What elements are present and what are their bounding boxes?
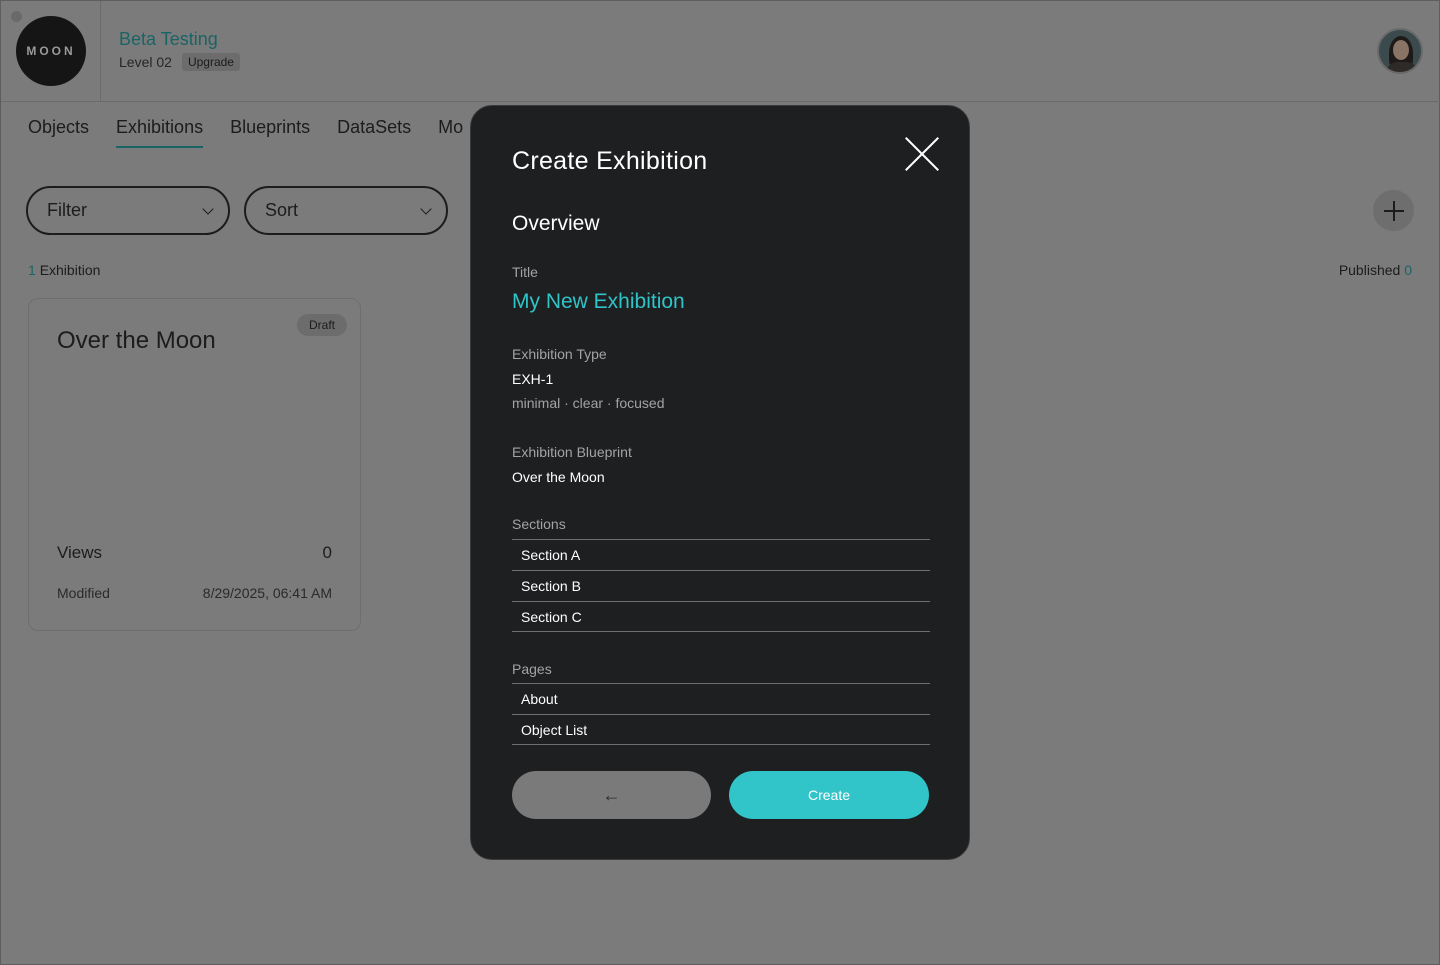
modified-row: Modified 8/29/2025, 06:41 AM (57, 585, 332, 601)
topbar-divider (100, 1, 101, 101)
list-item-object-list[interactable]: Object List (512, 714, 930, 745)
sections-list: Section A Section B Section C (512, 539, 930, 632)
level-text: Level 02 (119, 54, 172, 70)
avatar-face (1393, 40, 1409, 60)
exhibition-count: 1 Exhibition (28, 262, 100, 278)
create-exhibition-modal: Create Exhibition Overview Title My New … (470, 105, 970, 860)
back-button[interactable]: ← (512, 771, 711, 819)
tab-exhibitions[interactable]: Exhibitions (116, 117, 204, 148)
moon-logo[interactable]: MOON (16, 16, 86, 86)
exhibition-card[interactable]: Over the Moon Draft Views 0 Modified 8/2… (28, 298, 361, 631)
filter-label: Filter (47, 200, 87, 220)
views-label: Views (57, 543, 103, 562)
list-item-section-a[interactable]: Section A (512, 539, 930, 570)
modified-label: Modified (57, 585, 110, 601)
chevron-down-icon (202, 202, 214, 215)
exhibition-type-tags: minimal · clear · focused (512, 395, 665, 411)
main-tabs: Objects Exhibitions Blueprints DataSets … (28, 117, 463, 148)
modified-value: 8/29/2025, 06:41 AM (202, 585, 332, 601)
card-title: Over the Moon (57, 327, 216, 354)
logo-text: MOON (26, 44, 76, 58)
published-number: 0 (1404, 262, 1412, 278)
blueprint-label: Exhibition Blueprint (512, 444, 632, 460)
exhibition-type-label: Exhibition Type (512, 346, 607, 362)
close-icon[interactable] (902, 134, 942, 174)
modal-title: Create Exhibition (512, 147, 708, 175)
views-row: Views 0 (57, 543, 332, 563)
published-label: Published (1338, 262, 1401, 278)
upgrade-button[interactable]: Upgrade (181, 53, 240, 71)
tab-datasets[interactable]: DataSets (337, 117, 411, 148)
exhibition-type-value[interactable]: EXH-1 (512, 371, 553, 387)
pages-label: Pages (512, 661, 552, 677)
top-bar: MOON Beta Testing Level 02 Upgrade (1, 1, 1440, 102)
user-avatar[interactable] (1377, 28, 1423, 74)
list-item-section-b[interactable]: Section B (512, 570, 930, 601)
plus-icon-vertical (1392, 200, 1395, 221)
tab-blueprints[interactable]: Blueprints (230, 117, 310, 148)
chevron-down-icon (420, 202, 432, 215)
add-exhibition-button[interactable] (1373, 190, 1414, 231)
avatar-body (1387, 62, 1417, 72)
list-item-section-c[interactable]: Section C (512, 601, 930, 632)
overview-heading: Overview (512, 212, 600, 235)
tab-more[interactable]: Mo (438, 117, 463, 148)
sections-label: Sections (512, 516, 566, 532)
title-label: Title (512, 264, 538, 280)
account-name[interactable]: Beta Testing (119, 29, 218, 50)
filter-select[interactable]: Filter (26, 186, 230, 235)
count-number: 1 (28, 262, 36, 278)
count-label: Exhibition (39, 262, 101, 278)
sort-label: Sort (265, 200, 299, 220)
arrow-left-icon: ← (602, 784, 621, 805)
blueprint-value[interactable]: Over the Moon (512, 469, 605, 485)
views-value: 0 (322, 543, 332, 562)
tab-objects[interactable]: Objects (28, 117, 89, 148)
status-badge: Draft (296, 314, 347, 336)
account-level: Level 02 Upgrade (119, 53, 240, 71)
title-input[interactable]: My New Exhibition (512, 290, 685, 314)
create-button[interactable]: Create (729, 771, 929, 819)
list-item-about[interactable]: About (512, 683, 930, 714)
pages-list: About Object List (512, 683, 930, 745)
published-count: Published 0 (1339, 262, 1412, 278)
sort-select[interactable]: Sort (244, 186, 448, 235)
